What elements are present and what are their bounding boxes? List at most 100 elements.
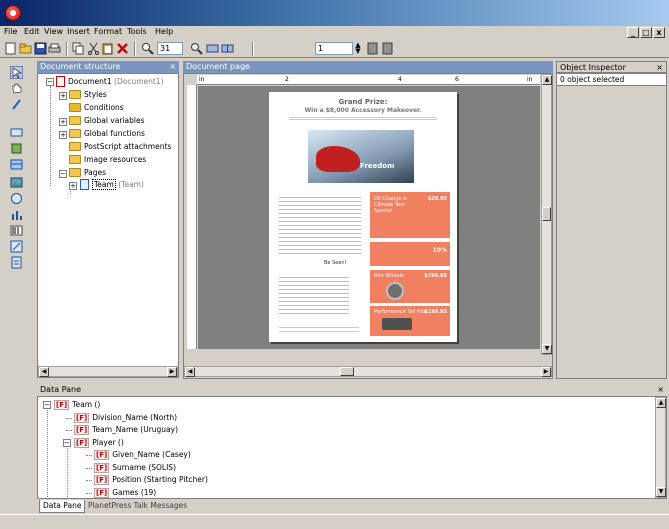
tree-item-pages[interactable]: Pages: [69, 167, 106, 179]
scroll-down-button[interactable]: ▼: [656, 487, 666, 497]
scroll-right-button[interactable]: ▶: [541, 367, 551, 377]
menu-view[interactable]: View: [44, 27, 63, 36]
card-label: Performance Tail Kits: [374, 309, 427, 315]
menu-edit[interactable]: Edit: [24, 27, 40, 36]
rectangle-tool-icon[interactable]: [10, 126, 23, 139]
scroll-up-button[interactable]: ▲: [542, 75, 552, 85]
data-field-row[interactable]: [F] Given_Name (Casey): [94, 449, 191, 461]
title-bar: [0, 0, 669, 26]
tree-item-postscript-attachments[interactable]: PostScript attachments: [69, 141, 171, 153]
field-value: (Uruguay): [140, 425, 179, 434]
hand-pan-icon[interactable]: [10, 82, 23, 95]
line-tool-icon[interactable]: [10, 240, 23, 253]
sheet-subheadline: Win a $8,000 Accessory Makeover.: [304, 107, 422, 114]
scroll-thumb[interactable]: [340, 367, 354, 376]
barcode-tool-icon[interactable]: [10, 224, 23, 237]
menu-format[interactable]: Format: [94, 27, 122, 36]
dropper-icon[interactable]: [10, 98, 23, 111]
tree-item-conditions[interactable]: Conditions: [69, 102, 124, 114]
ellipse-tool-icon[interactable]: [10, 192, 23, 205]
scroll-thumb[interactable]: [542, 207, 551, 221]
tab-planetpress-talk-messages[interactable]: PlanetPress Talk Messages: [85, 500, 190, 513]
select-arrow-icon[interactable]: [10, 66, 23, 79]
open-folder-icon[interactable]: [19, 42, 32, 55]
document-hint: (Document1): [114, 77, 164, 86]
scroll-down-button[interactable]: ▼: [542, 344, 552, 354]
field-tag-icon: [F]: [74, 437, 90, 448]
collapse-toggle[interactable]: −: [46, 78, 54, 86]
menu-file[interactable]: File: [4, 27, 17, 36]
new-document-icon[interactable]: [4, 42, 17, 55]
data-field-row[interactable]: [F] Team (): [54, 399, 100, 411]
data-field-row[interactable]: [F] Surname (SOLIS): [94, 462, 176, 474]
tree-item-global-variables[interactable]: Global variables: [69, 115, 144, 127]
restore-button[interactable]: □: [640, 27, 652, 38]
field-tag-icon: [F]: [74, 425, 90, 435]
collapse-toggle[interactable]: −: [43, 401, 51, 409]
expand-toggle[interactable]: +: [69, 182, 77, 190]
table-tool-icon[interactable]: [10, 158, 23, 171]
close-icon[interactable]: ×: [169, 61, 176, 73]
data-field-row[interactable]: [F] Position (Starting Pitcher): [94, 474, 208, 486]
next-page-icon[interactable]: [381, 42, 394, 55]
data-field-row[interactable]: [F] Team_Name (Uruguay): [74, 424, 178, 436]
collapse-toggle[interactable]: −: [63, 438, 71, 447]
folder-icon: [69, 154, 81, 164]
previous-page-icon[interactable]: [366, 42, 379, 55]
close-button[interactable]: x: [653, 27, 665, 38]
tree-connector: [67, 443, 68, 499]
save-icon[interactable]: [34, 42, 47, 55]
data-pane-title: Data Pane: [40, 385, 82, 394]
image-tool-icon[interactable]: [10, 176, 23, 189]
document-structure-title: Document structure: [40, 62, 121, 71]
tree-item-image-resources[interactable]: Image resources: [69, 154, 146, 166]
zoom-icon[interactable]: [141, 42, 154, 55]
minimize-button[interactable]: _: [627, 27, 639, 38]
data-field-icon[interactable]: [10, 256, 23, 269]
data-field-row[interactable]: [F] Games (19): [94, 487, 156, 499]
tree-item-global-functions[interactable]: Global functions: [69, 128, 145, 140]
paste-icon[interactable]: [101, 42, 114, 55]
expand-toggle[interactable]: +: [59, 131, 67, 139]
close-icon[interactable]: ×: [657, 384, 664, 396]
object-selection-status[interactable]: 0 object selected: [557, 74, 666, 86]
app-logo-icon[interactable]: [5, 5, 21, 21]
vertical-scrollbar[interactable]: ▲ ▼: [655, 397, 666, 498]
menu-insert[interactable]: Insert: [67, 27, 90, 36]
horizontal-scrollbar[interactable]: ◀ ▶: [184, 366, 552, 377]
zoom-fit-icon[interactable]: [190, 42, 203, 55]
collapse-toggle[interactable]: −: [59, 170, 67, 178]
tree-item-document1[interactable]: Document1 (Document1): [56, 75, 164, 88]
chart-tool-icon[interactable]: [10, 208, 23, 221]
copy-icon[interactable]: [72, 42, 85, 55]
scroll-left-button[interactable]: ◀: [39, 367, 49, 377]
scroll-right-button[interactable]: ▶: [167, 367, 177, 377]
zoom-input[interactable]: 31: [157, 42, 183, 55]
page-canvas[interactable]: Grand Prize: Win a $8,000 Accessory Make…: [198, 86, 540, 349]
page-spinner[interactable]: ▲ ▼: [354, 42, 362, 55]
print-icon[interactable]: [48, 42, 61, 55]
cut-icon[interactable]: [87, 42, 100, 55]
data-field-row[interactable]: [F] Player (): [74, 437, 124, 449]
document-sheet[interactable]: Grand Prize: Win a $8,000 Accessory Make…: [269, 92, 457, 342]
expand-toggle[interactable]: +: [59, 118, 67, 126]
menu-tools[interactable]: Tools: [127, 27, 147, 36]
page-number-input[interactable]: 1: [315, 42, 353, 55]
single-page-icon[interactable]: [206, 42, 219, 55]
tree-item-team-page[interactable]: Team (Team): [80, 178, 144, 191]
expand-toggle[interactable]: +: [59, 92, 67, 100]
scroll-up-button[interactable]: ▲: [656, 398, 666, 408]
horizontal-scrollbar[interactable]: ◀ ▶: [38, 366, 178, 377]
scroll-left-button[interactable]: ◀: [185, 367, 195, 377]
menu-help[interactable]: Help: [155, 27, 173, 36]
main-toolbar: 31 1 ▲ ▼: [0, 40, 669, 58]
text-box-icon[interactable]: [10, 142, 23, 155]
tree-item-styles[interactable]: Styles: [69, 89, 107, 101]
data-field-row[interactable]: [F] Division_Name (North): [74, 412, 177, 424]
ruler-tick: 4: [398, 76, 402, 83]
vertical-scrollbar[interactable]: ▲ ▼: [541, 74, 552, 355]
tab-data-pane[interactable]: Data Pane: [39, 500, 86, 513]
multi-page-icon[interactable]: [221, 42, 234, 55]
delete-icon[interactable]: [116, 42, 129, 55]
tree-connector: [66, 430, 72, 431]
